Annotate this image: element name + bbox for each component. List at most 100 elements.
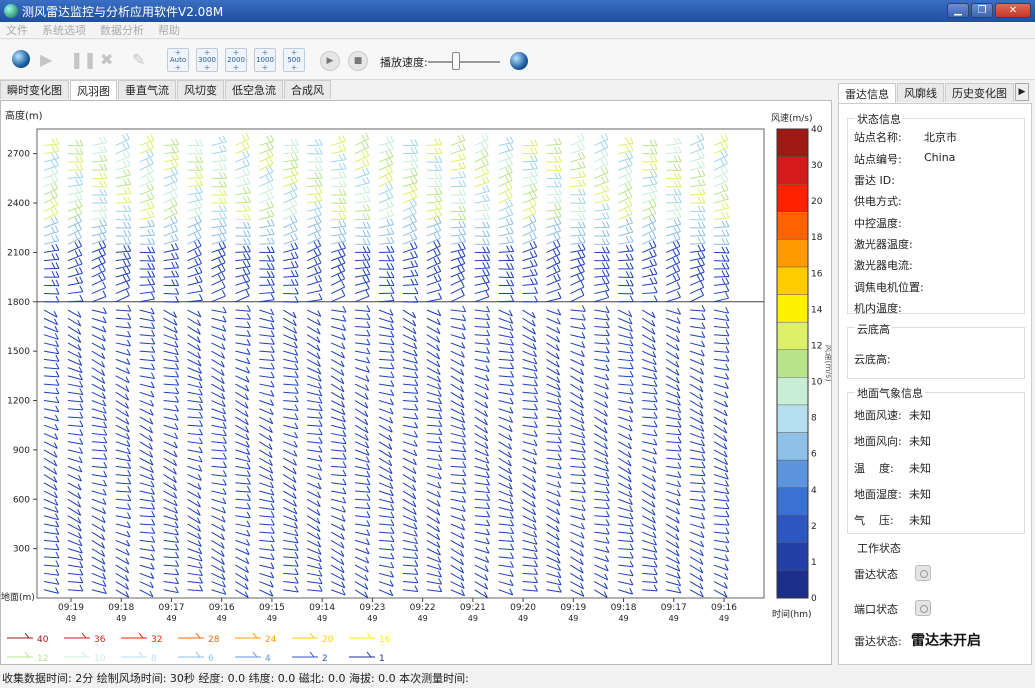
menu-help[interactable]: 帮助 — [158, 22, 180, 38]
work-status-title: 工作状态 — [855, 540, 903, 556]
info-row-inner-temp: 机内温度: — [854, 300, 902, 316]
tab-low-level-jet[interactable]: 低空急流 — [225, 80, 283, 99]
y-axis-label: 高度(m) — [5, 109, 43, 122]
speed-1000-button[interactable]: +1000 + — [254, 48, 276, 72]
ground-label: 地面湿度: — [854, 488, 902, 501]
wind-barb-chart: 高度(m)地面(m)300600900120015001800210024002… — [1, 109, 831, 664]
ground-value: 未知 — [909, 435, 931, 448]
x-tick-sublabel: 49 — [116, 614, 126, 623]
tab-history-chart[interactable]: 历史变化图 — [945, 83, 1014, 102]
info-label: 激光器电流: — [854, 259, 913, 272]
radar-state-value: 雷达未开启 — [911, 633, 981, 649]
globe-icon[interactable] — [510, 52, 528, 70]
legend-swatch-flag — [81, 632, 87, 639]
colorbar-segment — [776, 377, 809, 406]
colorbar-tick-label: 18 — [811, 233, 823, 243]
cloud-group-title: 云底高 — [855, 321, 892, 337]
playback-play-button[interactable]: ▶ — [320, 51, 340, 71]
port-status-label: 端口状态 — [854, 603, 898, 616]
menu-system-options[interactable]: 系统选项 — [42, 22, 86, 38]
playback-speed-slider[interactable] — [452, 52, 460, 70]
tab-instant-change[interactable]: 瞬时变化图 — [0, 80, 69, 99]
app-icon — [4, 4, 18, 18]
colorbar-segment — [776, 266, 809, 295]
speed-2000-button[interactable]: +2000 + — [225, 48, 247, 72]
menu-data-analysis[interactable]: 数据分析 — [100, 22, 144, 38]
info-label: 中控温度: — [854, 217, 902, 230]
info-label: 机内温度: — [854, 302, 902, 315]
info-row-station-name: 站点名称: 北京市 — [854, 129, 957, 145]
speed-3000-button[interactable]: +3000 + — [196, 48, 218, 72]
radar-status-indicator-button[interactable] — [915, 565, 931, 581]
info-label: 站点编号: — [854, 153, 902, 166]
tab-wind-barb[interactable]: 风羽图 — [70, 80, 117, 100]
menu-file[interactable]: 文件 — [6, 22, 28, 38]
info-row-radar-id: 雷达 ID: — [854, 172, 895, 188]
x-tick-label: 09:14 — [309, 603, 335, 613]
colorbar-segment — [776, 239, 809, 268]
window-title: 测风雷达监控与分析应用软件V2.08M — [22, 4, 224, 19]
legend-label: 2 — [322, 654, 328, 664]
speed-auto-button[interactable]: + Auto + — [167, 48, 189, 72]
colorbar-segment — [776, 404, 809, 433]
close-button[interactable]: ✕ — [995, 3, 1031, 18]
legend-swatch-flag — [195, 651, 201, 658]
colorbar-segment — [776, 294, 809, 323]
colorbar-tick-label: 14 — [811, 305, 823, 315]
colorbar-tick-label: 16 — [811, 269, 823, 279]
legend-swatch-flag — [252, 651, 258, 658]
colorbar-segment — [776, 321, 809, 350]
tab-vertical-airflow[interactable]: 垂直气流 — [118, 80, 176, 99]
info-label: 雷达 ID: — [854, 174, 895, 187]
colorbar-segment — [776, 156, 809, 185]
minimize-button[interactable]: ▁ — [947, 3, 969, 18]
tab-wind-shear[interactable]: 风切变 — [177, 80, 224, 99]
legend-swatch-flag — [252, 632, 258, 639]
pause-icon[interactable]: ❚❚ — [70, 50, 97, 69]
radar-state-label: 雷达状态: — [854, 635, 902, 648]
colorbar-segment — [776, 349, 809, 378]
x-tick-sublabel: 49 — [317, 614, 327, 623]
radar-status-label: 雷达状态 — [854, 568, 898, 581]
y-tick-label: 1800 — [7, 298, 30, 308]
speed-500-button[interactable]: +500 + — [283, 48, 305, 72]
tab-wind-profile[interactable]: 风廓线 — [897, 83, 944, 102]
connect-globe-icon[interactable] — [12, 50, 30, 68]
legend-label: 1 — [379, 654, 385, 664]
legend-swatch-flag — [366, 651, 372, 658]
colorbar-tick-label: 8 — [811, 414, 817, 424]
playback-stop-button[interactable]: ■ — [348, 51, 368, 71]
x-tick-sublabel: 49 — [217, 614, 227, 623]
tool-icon[interactable]: ✎ — [132, 50, 145, 69]
port-status-indicator-button[interactable] — [915, 600, 931, 616]
info-row-power: 供电方式: — [854, 193, 902, 209]
ground-row-humidity: 地面湿度: 未知 — [854, 486, 931, 502]
colorbar-segment — [776, 570, 809, 599]
ground-label: 地面风速: — [854, 409, 902, 422]
colorbar-tick-label: 0 — [811, 594, 817, 604]
x-tick-sublabel: 49 — [166, 614, 176, 623]
x-tick-sublabel: 49 — [267, 614, 277, 623]
x-tick-label: 09:18 — [108, 603, 134, 613]
stop-x-icon[interactable]: ✖ — [100, 50, 113, 69]
colorbar-tick-label: 1 — [811, 558, 817, 568]
title-bar: 测风雷达监控与分析应用软件V2.08M ▁ ❐ ✕ — [0, 0, 1035, 22]
x-tick-label: 09:23 — [359, 603, 385, 613]
y-tick-label: 2400 — [7, 199, 30, 209]
tab-synthetic-wind[interactable]: 合成风 — [284, 80, 331, 99]
play-icon[interactable]: ▶ — [40, 50, 52, 69]
legend-swatch-flag — [24, 632, 30, 639]
y-tick-label: 600 — [13, 495, 30, 505]
port-status-row: 端口状态 — [854, 601, 898, 617]
y-tick-label: 300 — [13, 545, 30, 555]
info-tabs: 雷达信息 风廓线 历史变化图 ▶ — [838, 83, 1029, 103]
x-tick-sublabel: 49 — [618, 614, 628, 623]
tab-radar-info[interactable]: 雷达信息 — [838, 83, 896, 103]
restore-button[interactable]: ❐ — [971, 3, 993, 18]
colorbar-title: 风速(m/s) — [771, 113, 813, 124]
info-row-station-id: 站点编号: China — [854, 151, 955, 167]
tab-scroll-arrow-icon[interactable]: ▶ — [1015, 83, 1029, 101]
colorbar-tick-label: 10 — [811, 378, 823, 388]
legend-label: 12 — [37, 654, 48, 664]
x-tick-sublabel: 49 — [66, 614, 76, 623]
